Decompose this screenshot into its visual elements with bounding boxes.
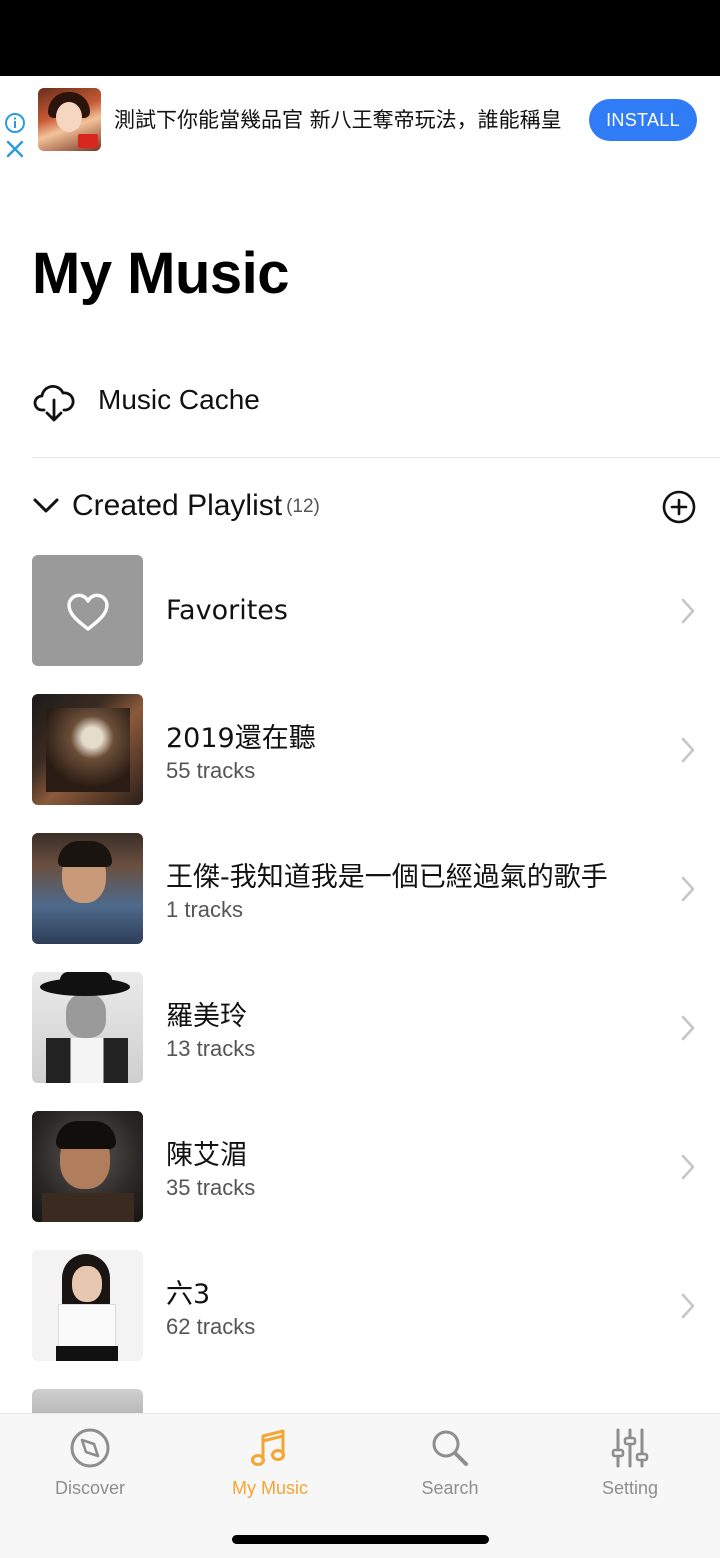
tab-label: My Music <box>232 1478 308 1498</box>
compass-icon <box>70 1428 110 1468</box>
install-button[interactable]: INSTALL <box>589 99 697 141</box>
playlist-cover <box>32 1389 143 1413</box>
tab-discover[interactable]: Discover <box>0 1426 180 1516</box>
playlist-item-favorites[interactable]: Favorites <box>32 555 720 667</box>
chevron-down-icon[interactable] <box>32 494 60 518</box>
track-count: 55 tracks <box>166 758 256 783</box>
playlist-item[interactable]: 王傑-我知道我是一個已經過氣的歌手 1 tracks <box>32 833 720 945</box>
home-indicator <box>232 1535 489 1544</box>
status-bar <box>0 0 720 76</box>
cloud-download-icon <box>33 384 75 422</box>
playlist-item[interactable]: 2019還在聽 55 tracks <box>32 694 720 806</box>
sliders-icon <box>611 1428 649 1468</box>
playlist-cover <box>32 1111 143 1222</box>
track-count: 35 tracks <box>166 1175 256 1200</box>
add-playlist-icon[interactable] <box>662 490 696 524</box>
playlist-cover <box>32 1250 143 1361</box>
playlist-cover <box>32 555 143 666</box>
heart-icon <box>67 593 109 631</box>
chevron-right-icon <box>681 1015 695 1041</box>
music-cache-row[interactable]: Music Cache <box>32 366 720 458</box>
playlist-cover <box>32 833 143 944</box>
playlist-name: 2019還在聽 <box>166 723 316 754</box>
playlist-item-partial[interactable] <box>32 1389 720 1413</box>
playlist-name: 羅美玲 <box>166 1001 247 1032</box>
track-count: 13 tracks <box>166 1036 256 1061</box>
chevron-right-icon <box>681 1293 695 1319</box>
playlist-item[interactable]: 六3 62 tracks <box>32 1250 720 1362</box>
ad-text[interactable]: 測試下你能當幾品官 新八王奪帝玩法，誰能稱皇 <box>114 104 562 134</box>
tab-label: Setting <box>601 1478 659 1498</box>
created-playlist-title: Created Playlist <box>72 489 283 522</box>
playlist-name: 王傑-我知道我是一個已經過氣的歌手 <box>166 862 608 893</box>
music-note-icon <box>251 1429 285 1466</box>
tab-my-music[interactable]: My Music <box>180 1426 360 1516</box>
tab-search[interactable]: Search <box>360 1426 540 1516</box>
playlist-cover <box>32 694 143 805</box>
playlist-item[interactable]: 羅美玲 13 tracks <box>32 972 720 1084</box>
playlist-item[interactable]: 陳艾湄 35 tracks <box>32 1111 720 1223</box>
track-count: 1 tracks <box>166 897 244 922</box>
section-title: Created Playlist (12) <box>72 489 320 523</box>
created-playlist-header[interactable]: Created Playlist (12) <box>32 480 696 534</box>
page-title: My Music <box>32 241 290 306</box>
chevron-right-icon <box>681 1154 695 1180</box>
search-icon <box>432 1430 468 1466</box>
tab-setting[interactable]: Setting <box>540 1426 720 1516</box>
chevron-right-icon <box>681 737 695 763</box>
playlist-cover <box>32 972 143 1083</box>
chevron-right-icon <box>681 598 695 624</box>
playlist-name: Favorites <box>166 595 288 626</box>
music-cache-label: Music Cache <box>98 384 260 415</box>
track-count: 62 tracks <box>166 1314 256 1339</box>
playlist-name: 六3 <box>166 1279 211 1310</box>
chevron-right-icon <box>681 876 695 902</box>
tab-label: Search <box>421 1478 479 1498</box>
close-icon[interactable] <box>4 138 26 160</box>
info-icon[interactable] <box>4 112 26 134</box>
playlist-name: 陳艾湄 <box>166 1140 247 1171</box>
tab-label: Discover <box>54 1478 125 1498</box>
playlist-count: (12) <box>286 496 320 517</box>
ad-thumbnail[interactable] <box>38 88 101 151</box>
